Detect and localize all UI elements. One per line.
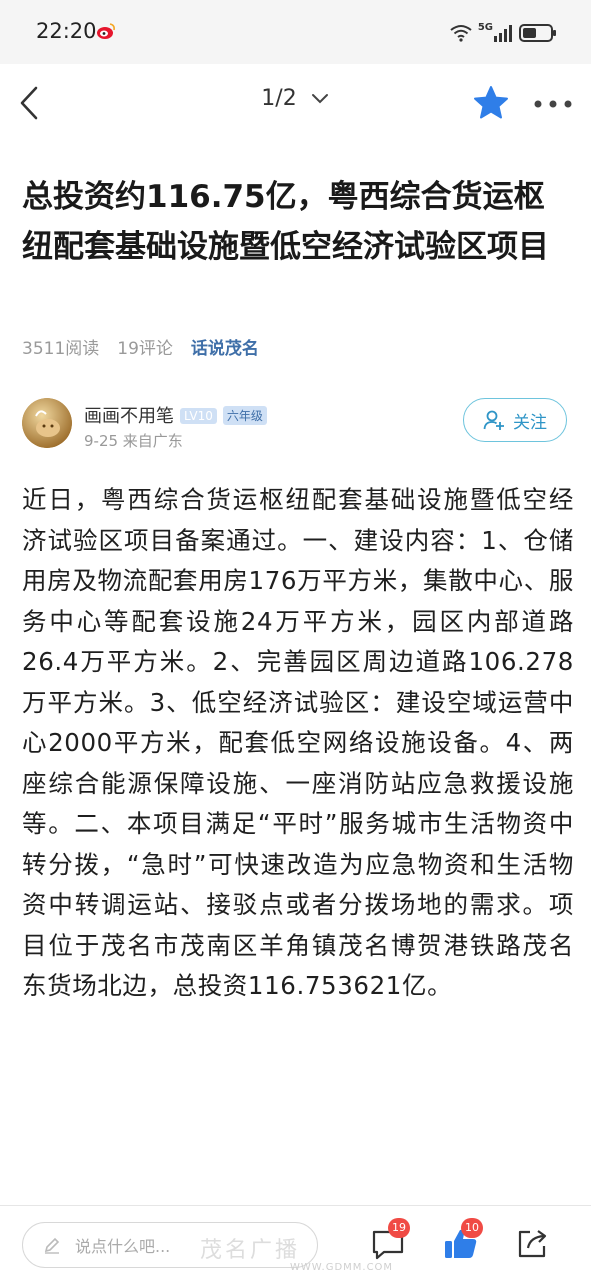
status-time: 22:20: [36, 19, 97, 43]
like-count-badge: 10: [461, 1218, 483, 1238]
page-indicator-label: 1/2: [261, 86, 297, 111]
status-icons: 5G: [450, 20, 557, 46]
level-badge: LV10: [180, 408, 217, 424]
weibo-notification-icon: [97, 23, 115, 39]
comments-button[interactable]: 19: [370, 1218, 410, 1264]
article-body: 近日，粤西综合货运枢纽配套基础设施暨低空经济试验区项目备案通过。一、建设内容：1…: [22, 485, 574, 1000]
article-title: 总投资约116.75亿，粤西综合货运枢纽配套基础设施暨低空经济试验区项目: [22, 179, 549, 265]
wifi-icon: [450, 25, 472, 42]
favorite-star-button[interactable]: [472, 84, 510, 122]
read-count: 3511阅读: [22, 339, 100, 359]
more-options-button[interactable]: [532, 98, 574, 110]
comment-count-badge: 19: [388, 1218, 410, 1238]
follow-button[interactable]: 关注: [463, 398, 567, 442]
signal-icon: [494, 25, 512, 42]
grade-badge: 六年级: [222, 406, 267, 425]
author-avatar[interactable]: [22, 398, 72, 448]
pencil-icon: [44, 1237, 60, 1254]
watermark-text: 茂名广播: [200, 1238, 301, 1263]
author-name[interactable]: 画画不用笔: [84, 406, 174, 427]
nav-bar: 1/2: [0, 64, 591, 140]
author-date-location: 9-25 来自广东: [84, 432, 183, 450]
status-bar: 22:20 5G: [0, 0, 591, 64]
avatar-image: [22, 398, 72, 448]
like-button[interactable]: 10: [443, 1218, 483, 1264]
follow-button-label: 关注: [513, 412, 547, 433]
share-icon: [518, 1230, 547, 1258]
battery-icon: [519, 24, 556, 42]
topic-link[interactable]: 话说茂名: [191, 334, 259, 359]
chevron-down-icon: [311, 94, 328, 104]
watermark-url: WWW.GDMM.COM: [290, 1262, 394, 1273]
comment-placeholder: 说点什么吧...: [75, 1237, 171, 1256]
add-user-icon: [483, 410, 504, 430]
author-name-row: 画画不用笔 LV10 六年级: [84, 402, 267, 428]
article-meta: 3511阅读 19评论 话说茂名: [22, 334, 259, 359]
network-type-label: 5G: [477, 21, 493, 33]
comment-count-text[interactable]: 19评论: [117, 334, 173, 359]
share-button[interactable]: [514, 1226, 552, 1264]
